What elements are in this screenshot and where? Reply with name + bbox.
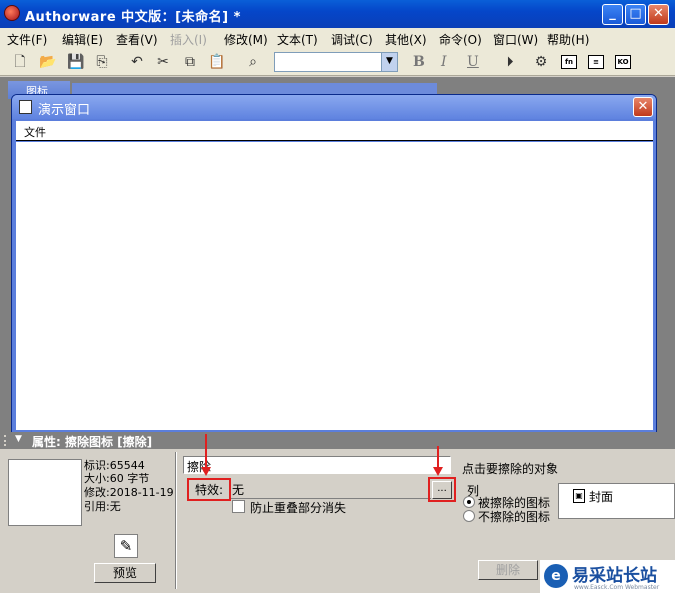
underline-button[interactable]: U — [467, 54, 479, 70]
menu-modify[interactable]: 修改(M) — [224, 31, 268, 48]
menu-debug[interactable]: 调试(C) — [331, 31, 373, 48]
annotation-arrow-browse — [437, 446, 439, 468]
menu-edit[interactable]: 编辑(E) — [62, 31, 103, 48]
annotation-box-effect — [187, 478, 231, 501]
variables-icon[interactable]: ≡ — [588, 55, 604, 69]
icon-preview-thumbnail — [8, 459, 82, 526]
undo-icon[interactable]: ↶ — [127, 52, 147, 72]
find-icon[interactable]: ⌕ — [243, 52, 263, 72]
menu-file[interactable]: 文件(F) — [7, 31, 47, 48]
menu-text[interactable]: 文本(T) — [277, 31, 318, 48]
menu-window[interactable]: 窗口(W) — [493, 31, 538, 48]
menu-help[interactable]: 帮助(H) — [547, 31, 589, 48]
new-file-icon[interactable]: 🗋 — [10, 52, 30, 72]
annotation-arrowhead-effect — [201, 467, 211, 476]
annotation-arrowhead-browse — [433, 467, 443, 476]
chevron-down-icon[interactable]: ▼ — [381, 53, 397, 71]
click-object-hint: 点击要擦除的对象 — [462, 462, 559, 476]
open-file-icon[interactable]: 📂 — [38, 52, 58, 72]
prevent-overlap-label: 防止重叠部分消失 — [250, 501, 347, 515]
copy-icon[interactable]: ⧉ — [180, 52, 200, 72]
icon-references: 引用:无 — [84, 500, 121, 513]
close-button[interactable]: ✕ — [648, 4, 669, 25]
presentation-menubar: 文件 — [16, 121, 653, 141]
list-item[interactable]: 封面 — [589, 488, 613, 505]
edit-pencil-icon[interactable]: ✎ — [114, 534, 138, 558]
annotation-box-browse — [428, 477, 456, 502]
prevent-overlap-checkbox[interactable] — [232, 500, 245, 513]
radio-not-erased-icons[interactable] — [463, 510, 475, 522]
knowledge-objects-icon[interactable]: KO — [615, 55, 631, 69]
display-icon: ▣ — [573, 489, 585, 503]
menu-view[interactable]: 查看(V) — [116, 31, 158, 48]
properties-header[interactable]: ▼ 属性: 擦除图标 [擦除] — [0, 432, 675, 449]
presentation-titlebar: 演示窗口 ✕ — [12, 95, 656, 119]
control-panel-icon[interactable]: ⚙ — [531, 52, 551, 72]
watermark-text: 易采站长站 — [572, 566, 657, 586]
watermark-url: www.Easck.Com Webmaster — [574, 584, 660, 591]
save-all-icon[interactable]: 💾 — [66, 52, 86, 72]
properties-title: 属性: 擦除图标 [擦除] — [32, 435, 153, 449]
cut-icon[interactable]: ✂ — [153, 52, 173, 72]
menu-insert[interactable]: 插入(I) — [170, 31, 207, 48]
maximize-button[interactable]: □ — [625, 4, 646, 25]
drag-grip-icon[interactable] — [4, 435, 10, 446]
erase-target-list[interactable]: ▣ 封面 — [558, 483, 675, 519]
collapse-triangle-icon[interactable]: ▼ — [15, 434, 22, 444]
authorware-app-icon — [4, 5, 20, 21]
italic-button[interactable]: I — [441, 54, 447, 70]
presentation-close-button[interactable]: ✕ — [633, 97, 653, 117]
menu-command[interactable]: 命令(O) — [439, 31, 482, 48]
font-style-combo[interactable]: ▼ — [274, 52, 398, 72]
menu-other[interactable]: 其他(X) — [385, 31, 427, 48]
presentation-canvas[interactable] — [16, 142, 653, 430]
window-title: Authorware 中文版：[未命名] * — [25, 10, 241, 25]
watermark: e 易采站长站 www.Easck.Com Webmaster — [540, 560, 675, 593]
icon-name-field[interactable]: 擦除 — [183, 456, 451, 474]
radio-not-erased-label: 不擦除的图标 — [478, 510, 551, 524]
restart-play-icon[interactable]: ⏵ — [500, 52, 520, 72]
presentation-title: 演示窗口 — [38, 103, 91, 118]
annotation-arrow-effect — [205, 434, 207, 468]
menu-bar: 文件(F) 编辑(E) 查看(V) 插入(I) 修改(M) 文本(T) 调试(C… — [0, 28, 675, 48]
radio-erased-icons[interactable] — [463, 496, 475, 508]
import-icon[interactable]: ⎘ — [92, 52, 112, 72]
paste-icon[interactable]: 📋 — [207, 52, 227, 72]
watermark-logo-icon: e — [544, 564, 568, 588]
minimize-button[interactable]: _ — [602, 4, 623, 25]
presentation-menu-file[interactable]: 文件 — [24, 124, 46, 140]
main-titlebar: Authorware 中文版：[未命名] * _ □ ✕ — [0, 0, 675, 28]
presentation-window: 演示窗口 ✕ 文件 — [11, 94, 657, 434]
functions-icon[interactable]: fn — [561, 55, 577, 69]
panel-divider — [175, 452, 177, 589]
delete-button[interactable]: 删除 — [478, 560, 538, 580]
presentation-window-icon — [19, 100, 32, 114]
bold-button[interactable]: B — [413, 54, 425, 70]
effect-value-field: 无 — [229, 481, 431, 499]
preview-button[interactable]: 预览 — [94, 563, 156, 583]
